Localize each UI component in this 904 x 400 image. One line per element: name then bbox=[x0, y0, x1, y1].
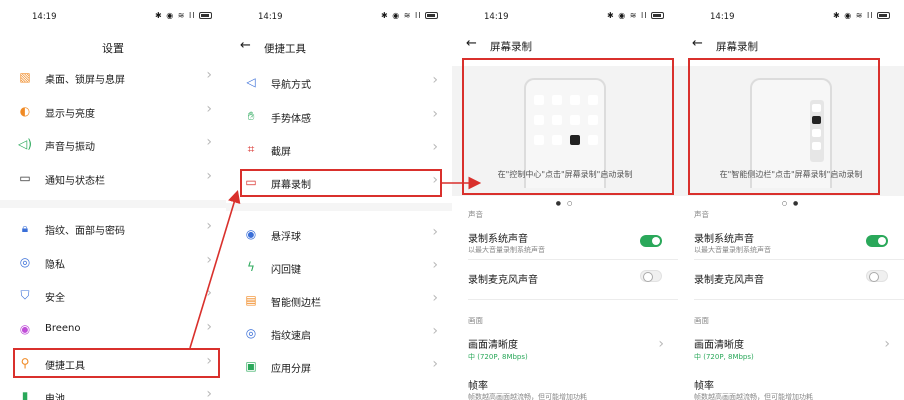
arrow-to-convenience-tools bbox=[189, 189, 241, 349]
guide-arrows bbox=[189, 176, 482, 349]
tutorial-canvas: 14:19 ✱ ◉ ≋ ll 设置 ▧ 桌面、锁屏与息屏 › ◐ 显示与亮度 ›… bbox=[0, 0, 904, 400]
